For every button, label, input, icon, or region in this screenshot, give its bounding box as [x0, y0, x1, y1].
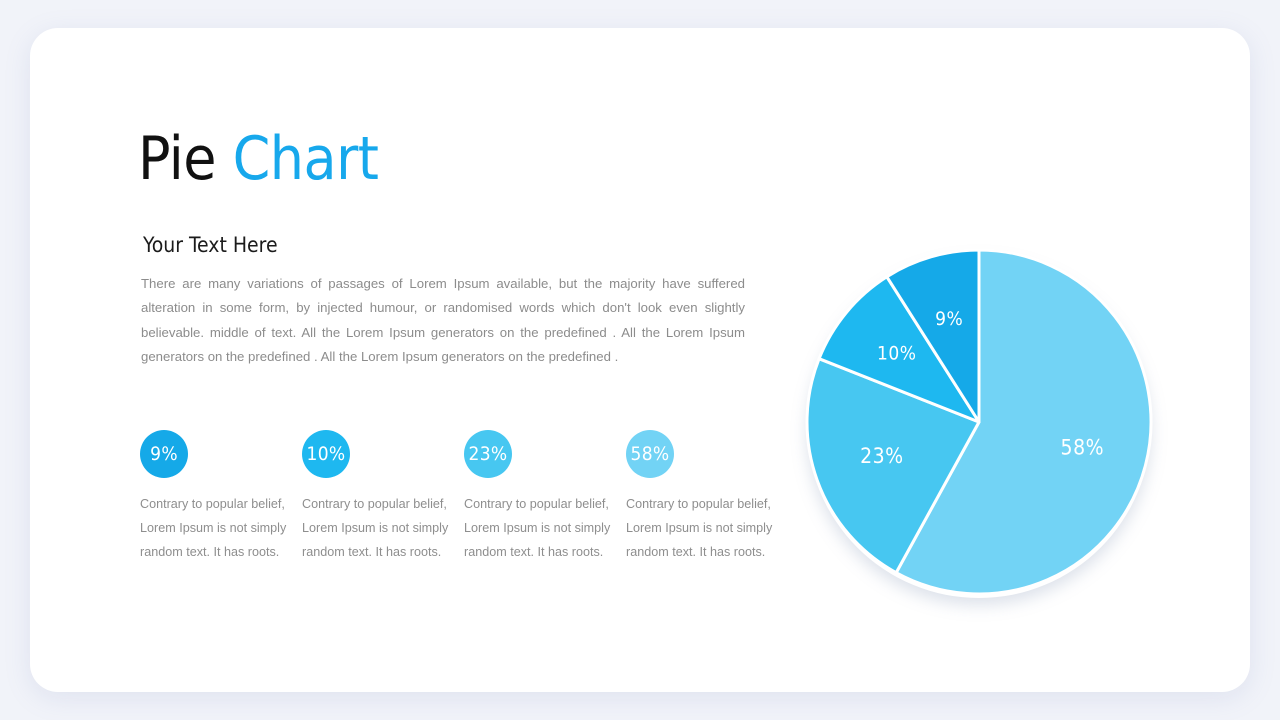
pie-slice-label: 10% [877, 343, 917, 365]
list-item-description: Contrary to popular belief, Lorem Ipsum … [302, 497, 449, 559]
slide-canvas: Pie Chart Your Text Here There are many … [0, 0, 1280, 720]
status-badge: 10% [302, 430, 350, 478]
list-item-description: Contrary to popular belief, Lorem Ipsum … [140, 497, 287, 559]
list-item[interactable]: 23% Contrary to popular belief, Lorem Ip… [464, 430, 626, 564]
list-item[interactable]: 9% Contrary to popular belief, Lorem Ips… [140, 430, 302, 564]
list-item-description: Contrary to popular belief, Lorem Ipsum … [626, 497, 773, 559]
status-badge: 23% [464, 430, 512, 478]
page-title-accent: Chart [232, 124, 379, 194]
slide-card: Pie Chart Your Text Here There are many … [30, 28, 1250, 692]
pie-chart: 58% 23% 10% 9% [803, 246, 1155, 598]
list-item-description: Contrary to popular belief, Lorem Ipsum … [464, 497, 611, 559]
page-title: Pie Chart [138, 123, 379, 195]
status-badge: 9% [140, 430, 188, 478]
body-paragraph: There are many variations of passages of… [141, 276, 745, 364]
section-subheading: Your Text Here [143, 233, 278, 257]
list-item[interactable]: 58% Contrary to popular belief, Lorem Ip… [626, 430, 788, 564]
pie-slice-label: 23% [860, 444, 904, 468]
status-badge: 58% [626, 430, 674, 478]
pie-slice-label: 9% [935, 308, 963, 330]
list-item[interactable]: 10% Contrary to popular belief, Lorem Ip… [302, 430, 464, 564]
legend-list: 9% Contrary to popular belief, Lorem Ips… [140, 430, 820, 564]
page-title-main: Pie [138, 124, 233, 194]
pie-chart-svg: 58% 23% 10% 9% [805, 248, 1153, 596]
pie-slice-label: 58% [1061, 436, 1105, 460]
